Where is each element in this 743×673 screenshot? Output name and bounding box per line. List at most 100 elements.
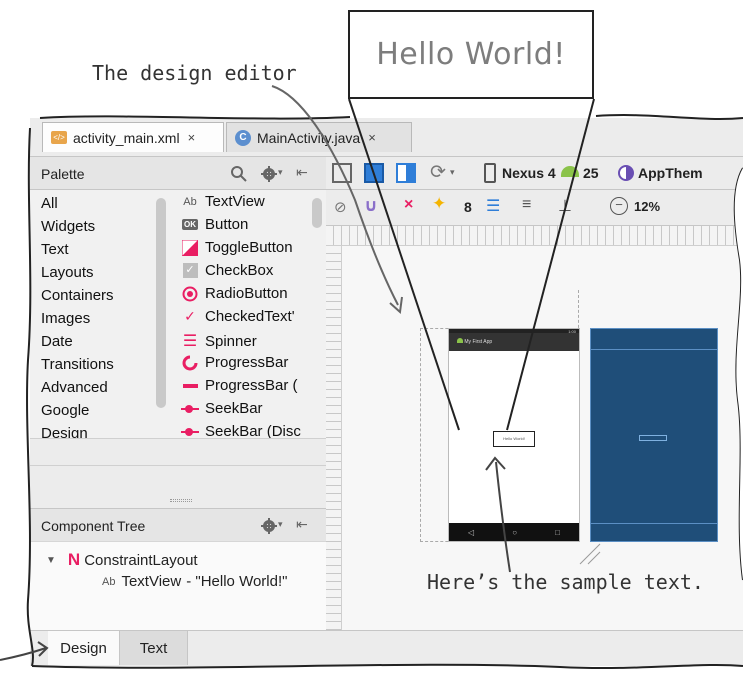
checkbox-icon: ✓ — [180, 263, 200, 278]
component-tree-header: Component Tree ▾ ⇤ — [30, 508, 326, 542]
hide-panel-icon[interactable]: ⇤ — [296, 516, 308, 533]
zoom-callout: Hello World! — [348, 10, 594, 99]
tab-label: MainActivity.java — [257, 129, 361, 146]
back-icon: ◁ — [468, 527, 475, 537]
zoom-out-icon[interactable]: − — [610, 197, 628, 215]
palette-widget-progressbar-horizontal[interactable]: ProgressBar ( — [180, 377, 298, 394]
palette-widget-textview[interactable]: Ab TextView — [180, 193, 265, 210]
palette-widget-checkbox[interactable]: ✓ CheckBox — [180, 262, 273, 279]
widget-label: RadioButton — [205, 285, 288, 302]
search-icon[interactable] — [230, 165, 248, 183]
palette-body: All Widgets Text Layouts Containers Imag… — [30, 190, 326, 442]
blueprint-textview[interactable] — [639, 435, 667, 441]
tree-row-constraintlayout[interactable]: ▼ N ConstraintLayout — [46, 550, 198, 570]
progress-circle-icon — [180, 355, 200, 371]
theme-icon — [618, 165, 634, 181]
hello-world-text: Hello World! — [503, 436, 525, 441]
tree-value: - "Hello World!" — [186, 573, 288, 590]
palette-category-containers[interactable]: Containers — [41, 287, 114, 304]
constraint-layout-icon: N — [67, 550, 81, 569]
tab-main-activity-java[interactable]: C MainActivity.java × — [226, 122, 412, 152]
category-scrollbar[interactable] — [156, 198, 166, 408]
theme-selector[interactable]: AppThem — [638, 165, 703, 181]
button-icon: OK — [182, 219, 198, 230]
tree-row-textview[interactable]: Ab TextView - "Hello World!" — [102, 573, 287, 590]
close-icon[interactable]: × — [188, 130, 196, 145]
design-surface-icon[interactable] — [332, 163, 352, 183]
seekbar-discrete-icon — [180, 427, 200, 437]
palette-category-widgets[interactable]: Widgets — [41, 218, 95, 235]
vertical-ruler — [326, 246, 342, 632]
xml-file-icon: </> — [51, 131, 67, 144]
widget-label: TextView — [205, 193, 265, 210]
palette-widget-progressbar[interactable]: ProgressBar — [180, 354, 288, 371]
component-tree-title: Component Tree — [41, 518, 146, 534]
device-selector[interactable]: Nexus 4 — [502, 165, 556, 181]
palette-category-layouts[interactable]: Layouts — [41, 264, 94, 281]
progress-bar-icon — [180, 383, 200, 388]
palette-widget-button[interactable]: OK Button — [180, 216, 248, 233]
blueprint-surface-icon[interactable] — [364, 163, 384, 183]
constraint-toolbar: ⊘ ∪ × ✦ 8 ☰ ≡ ⊥ − 12% — [326, 190, 743, 226]
widget-label: Button — [205, 216, 249, 233]
palette-widget-seekbar[interactable]: SeekBar — [180, 400, 263, 417]
chevron-down-icon[interactable]: ▾ — [278, 519, 283, 530]
blueprint-app-bar — [591, 349, 717, 350]
palette-category-date[interactable]: Date — [41, 333, 73, 350]
java-class-icon: C — [235, 129, 251, 146]
expand-triangle-icon[interactable]: ▼ — [46, 555, 56, 566]
chevron-down-icon[interactable]: ▾ — [450, 167, 455, 178]
status-time: 1:00 — [568, 329, 576, 334]
widget-scrollbar[interactable] — [312, 198, 322, 228]
seekbar-icon — [180, 404, 200, 414]
palette-header: Palette ▾ ⇤ — [30, 156, 326, 190]
palette-widget-radiobutton[interactable]: RadioButton — [180, 285, 288, 302]
api-selector[interactable]: 25 — [583, 165, 599, 181]
palette-category-images[interactable]: Images — [41, 310, 90, 327]
chevron-down-icon[interactable]: ▾ — [278, 167, 283, 178]
divider — [30, 465, 326, 466]
palette-title: Palette — [41, 166, 85, 182]
checked-text-icon: ✓ — [184, 308, 196, 324]
widget-label: ProgressBar — [205, 354, 289, 371]
tab-label: Text — [139, 639, 168, 657]
palette-widget-togglebutton[interactable]: ToggleButton — [180, 239, 293, 256]
nav-bar: ◁ ○ □ — [449, 523, 579, 541]
pack-icon[interactable]: ☰ — [486, 196, 500, 216]
tab-activity-main-xml[interactable]: </> activity_main.xml × — [42, 122, 224, 152]
palette-widget-checkedtextview[interactable]: ✓ CheckedText' — [180, 308, 294, 325]
phone-design-preview[interactable]: My First App 1:00 Hello World! ◁ ○ □ — [448, 328, 580, 542]
widget-label: ProgressBar ( — [205, 377, 298, 394]
toggle-icon — [180, 239, 200, 256]
both-surfaces-icon[interactable] — [396, 163, 416, 183]
resize-handle-icon[interactable] — [578, 542, 602, 566]
show-constraints-icon[interactable]: ⊘ — [334, 198, 347, 216]
palette-category-all[interactable]: All — [41, 195, 58, 212]
palette-category-advanced[interactable]: Advanced — [41, 379, 108, 396]
gear-icon[interactable] — [260, 165, 278, 183]
default-margin[interactable]: 8 — [464, 199, 472, 215]
close-icon[interactable]: × — [368, 130, 376, 145]
gear-icon[interactable] — [260, 517, 278, 535]
hello-world-textview[interactable]: Hello World! — [493, 431, 535, 447]
palette-widget-spinner[interactable]: ☰ Spinner — [180, 331, 257, 351]
tab-design[interactable]: Design — [48, 631, 120, 665]
infer-constraints-icon[interactable]: ✦ — [432, 194, 446, 214]
autoconnect-icon[interactable]: ∪ — [364, 196, 378, 216]
palette-category-text[interactable]: Text — [41, 241, 69, 258]
spinner-icon: ☰ — [182, 333, 198, 350]
tree-label: ConstraintLayout — [84, 551, 198, 569]
clear-constraints-icon[interactable]: × — [404, 196, 413, 214]
orientation-icon[interactable]: ⟳ — [430, 161, 446, 184]
palette-spacer — [30, 438, 326, 508]
blueprint-preview[interactable] — [590, 328, 718, 542]
palette-category-transitions[interactable]: Transitions — [41, 356, 114, 373]
align-icon[interactable]: ≡ — [522, 196, 531, 214]
android-icon — [561, 166, 579, 177]
tab-text[interactable]: Text — [120, 631, 188, 665]
guidelines-icon[interactable]: ⊥ — [558, 196, 572, 216]
hide-panel-icon[interactable]: ⇤ — [296, 164, 308, 181]
resize-handle[interactable] — [170, 499, 192, 502]
device-icon[interactable] — [484, 163, 496, 183]
palette-category-google[interactable]: Google — [41, 402, 89, 419]
